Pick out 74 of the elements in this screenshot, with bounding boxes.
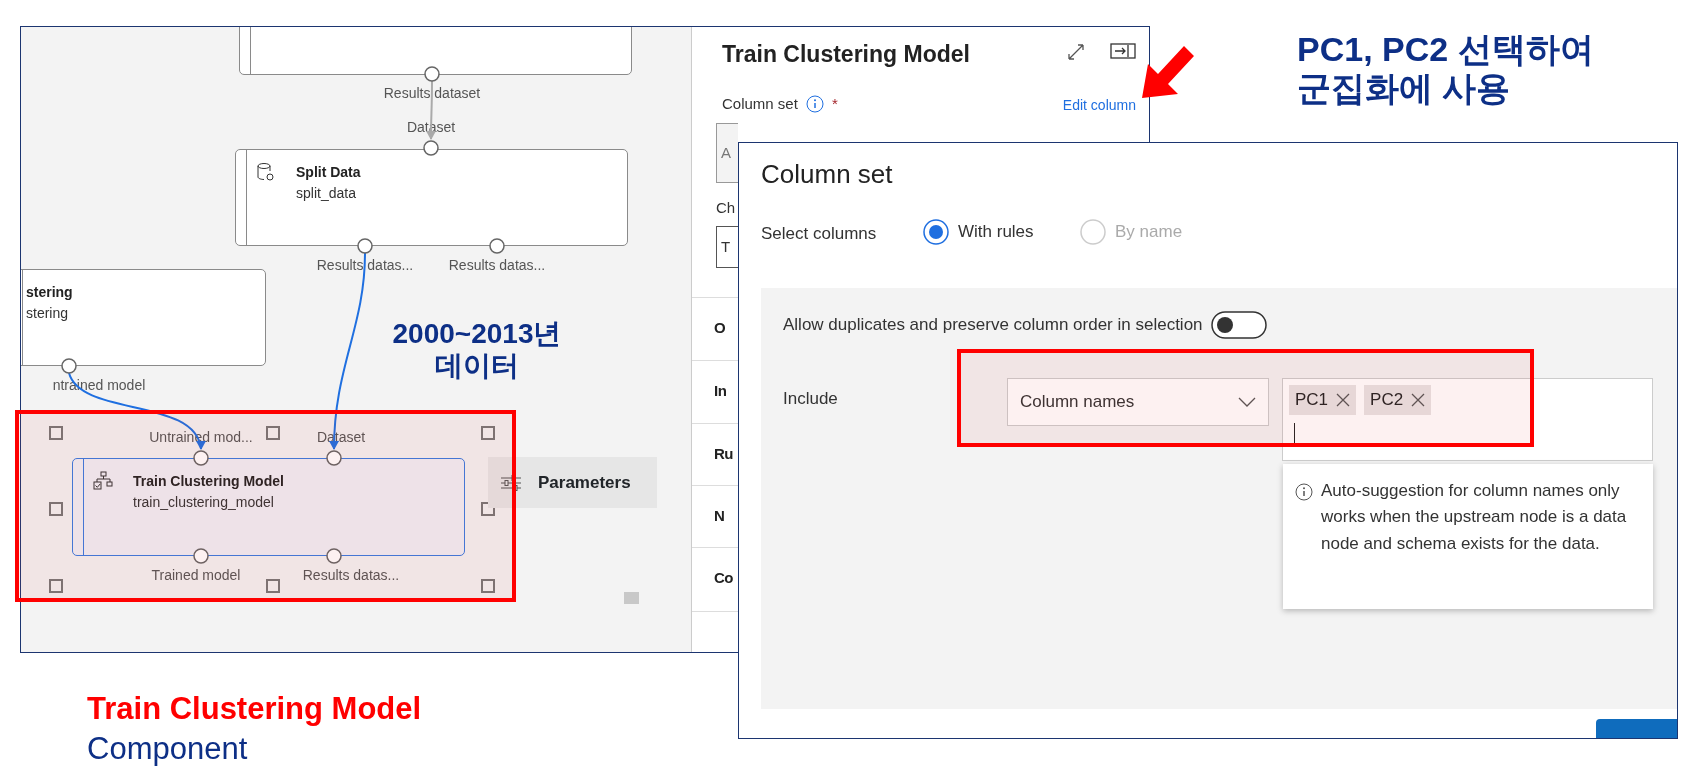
info-icon <box>1295 483 1313 501</box>
port-label: Results datas... <box>302 566 400 585</box>
caption-subtitle: Component <box>87 730 248 768</box>
pipeline-node[interactable] <box>239 27 632 75</box>
port[interactable] <box>326 450 342 466</box>
text-cursor <box>1294 422 1295 445</box>
close-icon <box>1411 392 1426 407</box>
node-title: Train Clustering Model <box>133 472 284 491</box>
node-subtitle: split_data <box>296 184 356 203</box>
port[interactable] <box>193 548 209 564</box>
field-label: Ch <box>716 198 736 218</box>
caption-title: Train Clustering Model <box>87 690 422 728</box>
port-label: Dataset <box>406 118 456 137</box>
expand-icon <box>1067 43 1085 61</box>
input-field[interactable]: A <box>716 123 738 183</box>
port[interactable] <box>357 238 373 254</box>
tag-chip[interactable]: PC2 <box>1364 385 1432 415</box>
port[interactable] <box>423 140 439 156</box>
scrollbar-thumb[interactable] <box>624 592 639 604</box>
parameters-button[interactable]: Parameters <box>488 457 657 508</box>
port[interactable] <box>489 238 505 254</box>
resize-handle[interactable] <box>49 579 63 593</box>
dropdown[interactable]: Column names <box>1007 378 1269 426</box>
port-label: Results dataset <box>383 84 481 103</box>
resize-handle[interactable] <box>266 579 280 593</box>
section-header[interactable]: In <box>714 380 727 403</box>
pipeline-node[interactable]: stering stering <box>21 269 266 366</box>
required-mark: * <box>831 94 838 114</box>
port-label: Trained model <box>151 566 241 585</box>
port-label: Results datas... <box>316 256 414 275</box>
node-title: Split Data <box>296 163 361 182</box>
pipeline-node[interactable]: Train Clustering Model train_clustering_model <box>72 458 465 556</box>
node-subtitle: train_clustering_model <box>133 493 274 512</box>
section-header[interactable]: N <box>714 505 725 528</box>
field-label: Column set <box>722 94 798 114</box>
resize-handle[interactable] <box>481 579 495 593</box>
port[interactable] <box>193 450 209 466</box>
resize-handle[interactable] <box>266 426 280 440</box>
tag-input-field[interactable]: PC1 PC2 <box>1282 378 1653 461</box>
node-title: stering <box>26 283 73 302</box>
pipeline-node[interactable]: Split Data split_data <box>235 149 628 246</box>
section-header[interactable]: Co <box>714 567 733 590</box>
close-icon <box>1336 392 1351 407</box>
info-icon <box>805 95 824 114</box>
sliders-icon <box>500 473 522 492</box>
chevron-icon <box>1238 397 1256 407</box>
database-icon <box>256 162 276 182</box>
section-header[interactable]: Ru <box>714 443 733 466</box>
tooltip-hint: Auto-suggestion for column names only works when the upstream node is a data node and schema exists for the data. <box>1283 464 1653 609</box>
dialog-title: Column set <box>761 158 893 191</box>
resize-handle[interactable] <box>49 502 63 516</box>
field-label: Include <box>783 388 838 410</box>
toggle-switch[interactable]: Allow duplicates and preserve column order in selection <box>783 311 1267 339</box>
switch-icon <box>1210 311 1267 339</box>
node-subtitle: stering <box>26 304 69 323</box>
panel-title: Train Clustering Model <box>722 40 970 69</box>
pointer-arrow <box>1140 44 1196 100</box>
tag-chip[interactable]: PC1 <box>1289 385 1357 415</box>
resize-handle[interactable] <box>49 426 63 440</box>
port[interactable] <box>61 358 77 374</box>
radio-option[interactable]: With rules <box>922 218 1034 246</box>
edit-column-link[interactable]: Edit column <box>1062 95 1136 116</box>
annotation-note: 2000~2013년 데이터 <box>391 318 563 383</box>
radio-icon <box>922 218 950 246</box>
port[interactable] <box>326 548 342 564</box>
hierarchy-icon <box>93 471 113 491</box>
collapse-panel-icon <box>1110 43 1136 59</box>
field-label: Select columns <box>761 223 877 245</box>
port-label: Results datas... <box>448 256 546 275</box>
annotation-note: PC1, PC2 선택하여 군집화에 사용 <box>1297 30 1594 109</box>
radio-icon <box>1079 218 1107 246</box>
port[interactable] <box>424 66 440 82</box>
resize-handle[interactable] <box>481 426 495 440</box>
section-header[interactable]: O <box>714 317 726 340</box>
